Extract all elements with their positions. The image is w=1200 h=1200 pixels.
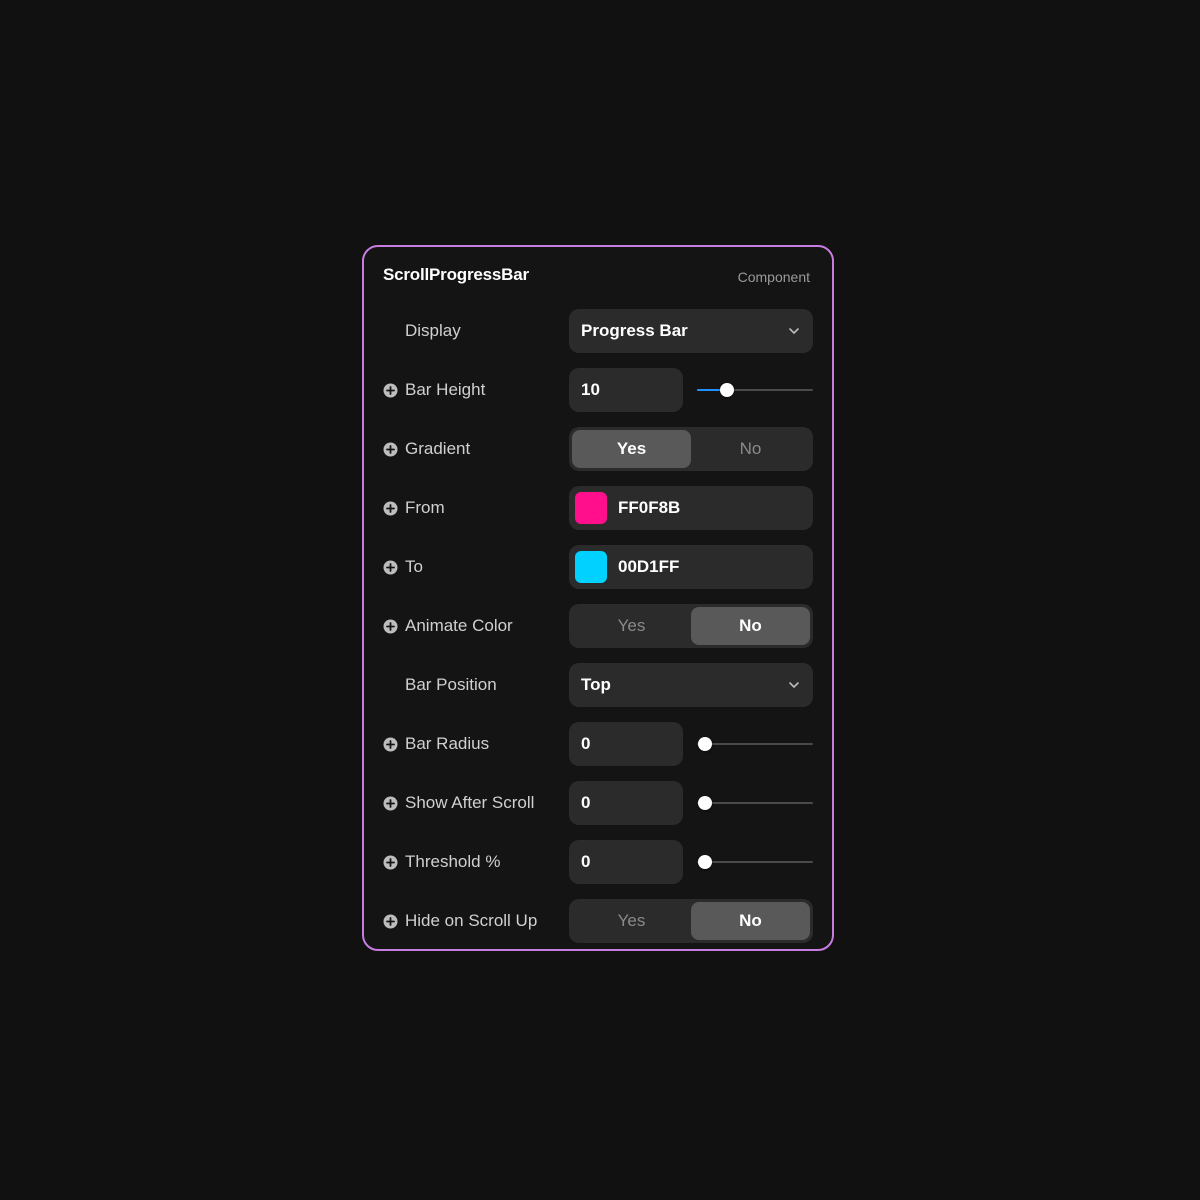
hide-on-scroll-up-no-option[interactable]: No [691,902,810,940]
row-animate-color: Animate Color Yes No [364,604,832,648]
plus-circle-icon[interactable] [383,560,398,575]
row-label: From [405,498,445,517]
row-to: To 00D1FF [364,545,832,589]
row-label: Hide on Scroll Up [405,911,538,930]
slider-track [697,861,813,863]
plus-circle-icon[interactable] [383,501,398,516]
bar-height-slider[interactable] [697,368,813,412]
from-color-swatch[interactable] [575,492,607,524]
bar-position-select[interactable]: Top [569,663,813,707]
plus-circle-icon[interactable] [383,737,398,752]
gradient-no-option[interactable]: No [691,430,810,468]
slider-thumb[interactable] [720,383,734,397]
row-bar-height: Bar Height 10 [364,368,832,412]
panel-subtitle: Component [737,269,810,285]
plus-circle-icon[interactable] [383,855,398,870]
threshold-input[interactable]: 0 [569,840,683,884]
row-hide-on-scroll-up: Hide on Scroll Up Yes No [364,899,832,943]
row-label: Gradient [405,439,471,458]
slider-thumb[interactable] [698,796,712,810]
chevron-down-icon [789,682,799,688]
row-bar-position: Bar Position Top [364,663,832,707]
to-color-field[interactable]: 00D1FF [569,545,813,589]
slider-thumb[interactable] [698,855,712,869]
hide-on-scroll-up-toggle[interactable]: Yes No [569,899,813,943]
bar-radius-input[interactable]: 0 [569,722,683,766]
row-gradient: Gradient Yes No [364,427,832,471]
plus-circle-icon[interactable] [383,796,398,811]
show-after-scroll-input[interactable]: 0 [569,781,683,825]
row-label: Display [405,321,461,340]
to-color-swatch[interactable] [575,551,607,583]
slider-thumb[interactable] [698,737,712,751]
slider-track [697,802,813,804]
display-select[interactable]: Progress Bar [569,309,813,353]
row-bar-radius: Bar Radius 0 [364,722,832,766]
row-display: Display Progress Bar [364,309,832,353]
row-label: To [405,557,423,576]
chevron-down-icon [789,328,799,334]
show-after-scroll-slider[interactable] [697,781,813,825]
slider-track [697,743,813,745]
threshold-slider[interactable] [697,840,813,884]
panel-title: ScrollProgressBar [383,265,529,284]
row-label: Animate Color [405,616,513,635]
plus-circle-icon[interactable] [383,619,398,634]
hide-on-scroll-up-yes-option[interactable]: Yes [572,902,691,940]
animate-color-yes-option[interactable]: Yes [572,607,691,645]
properties-panel: ScrollProgressBar Component Display Prog… [362,245,834,951]
row-label: Threshold % [405,852,501,871]
plus-circle-icon[interactable] [383,914,398,929]
gradient-yes-option[interactable]: Yes [572,430,691,468]
row-label: Bar Position [405,675,497,694]
row-from: From FF0F8B [364,486,832,530]
row-show-after-scroll: Show After Scroll 0 [364,781,832,825]
row-label: Show After Scroll [405,793,535,812]
plus-circle-icon[interactable] [383,442,398,457]
animate-color-no-option[interactable]: No [691,607,810,645]
display-select-value: Progress Bar [581,321,688,340]
row-label: Bar Height [405,380,486,399]
bar-position-select-value: Top [581,675,611,694]
from-color-field[interactable]: FF0F8B [569,486,813,530]
gradient-toggle[interactable]: Yes No [569,427,813,471]
bar-height-input[interactable]: 10 [569,368,683,412]
from-hex-value[interactable]: FF0F8B [618,498,680,518]
row-threshold: Threshold % 0 [364,840,832,884]
bar-radius-slider[interactable] [697,722,813,766]
row-label: Bar Radius [405,734,490,753]
plus-circle-icon[interactable] [383,383,398,398]
animate-color-toggle[interactable]: Yes No [569,604,813,648]
to-hex-value[interactable]: 00D1FF [618,557,679,577]
